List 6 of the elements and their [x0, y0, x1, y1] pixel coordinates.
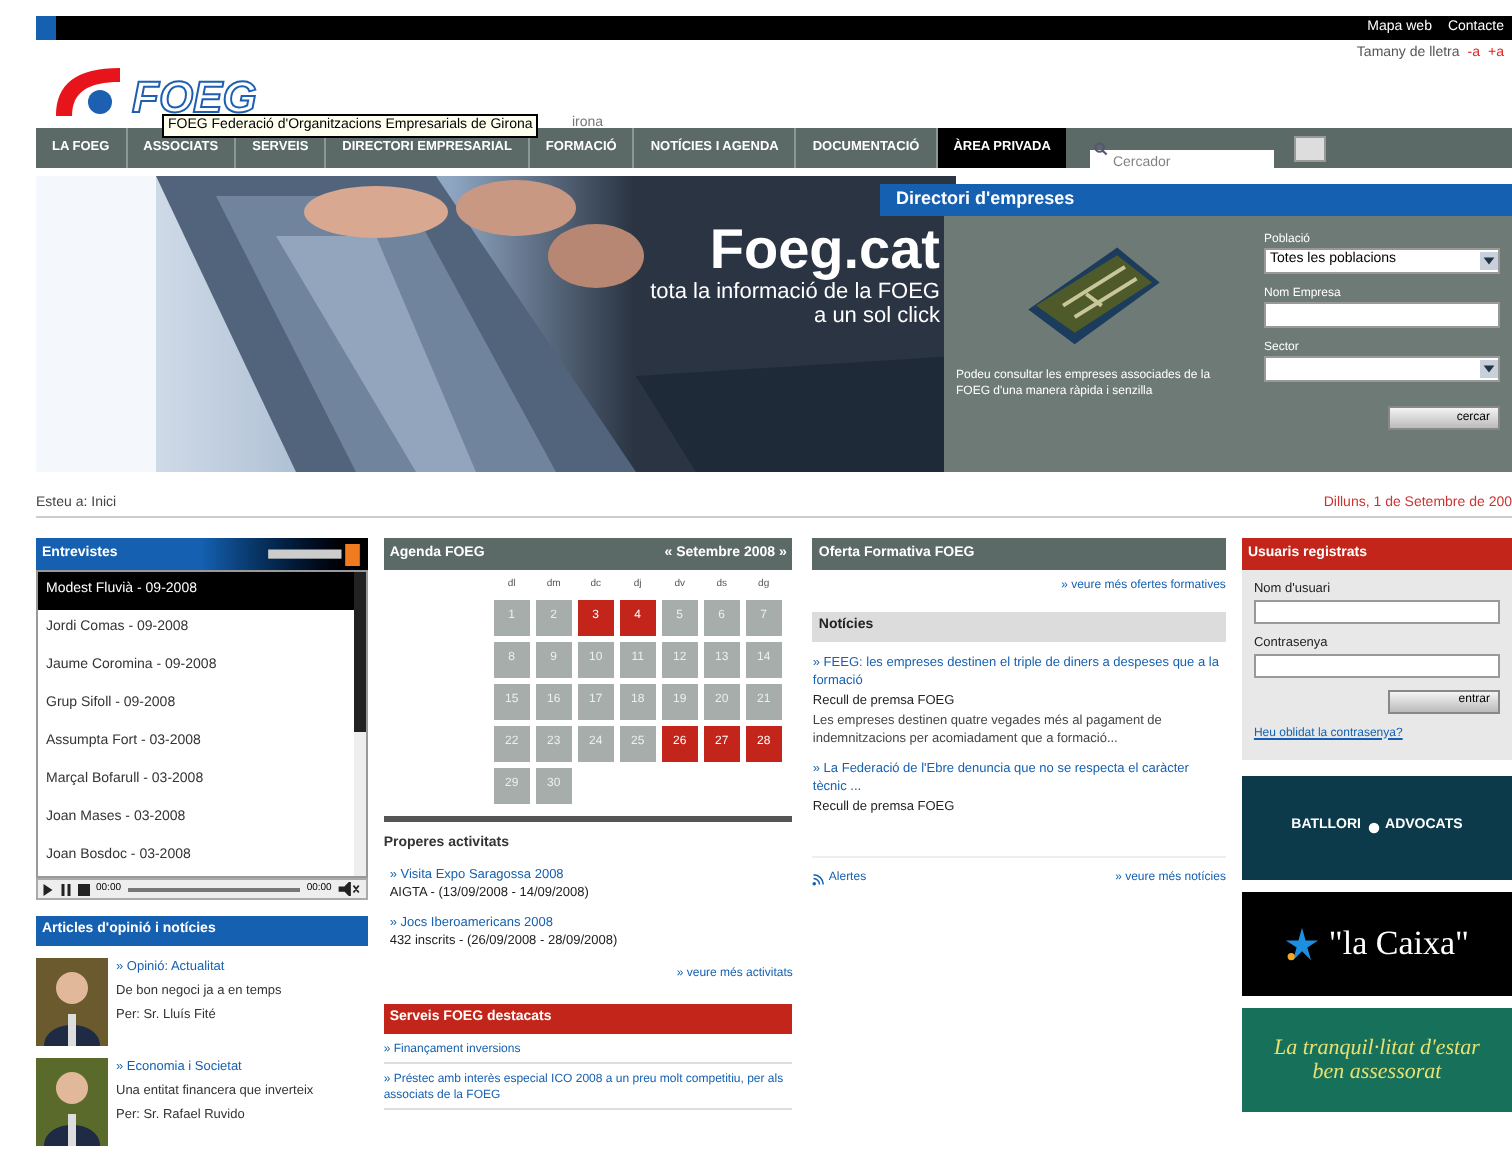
panel-header: Directori d'empreses [880, 184, 1512, 216]
logo-text: FOEG [132, 76, 257, 120]
hero-subtitle: a un sol click [814, 304, 940, 328]
hero-subtitle: tota la informació de la FOEG [650, 280, 940, 304]
hero-title: Foeg.cat [709, 220, 940, 280]
ad-text: "la Caixa" [1328, 921, 1469, 966]
